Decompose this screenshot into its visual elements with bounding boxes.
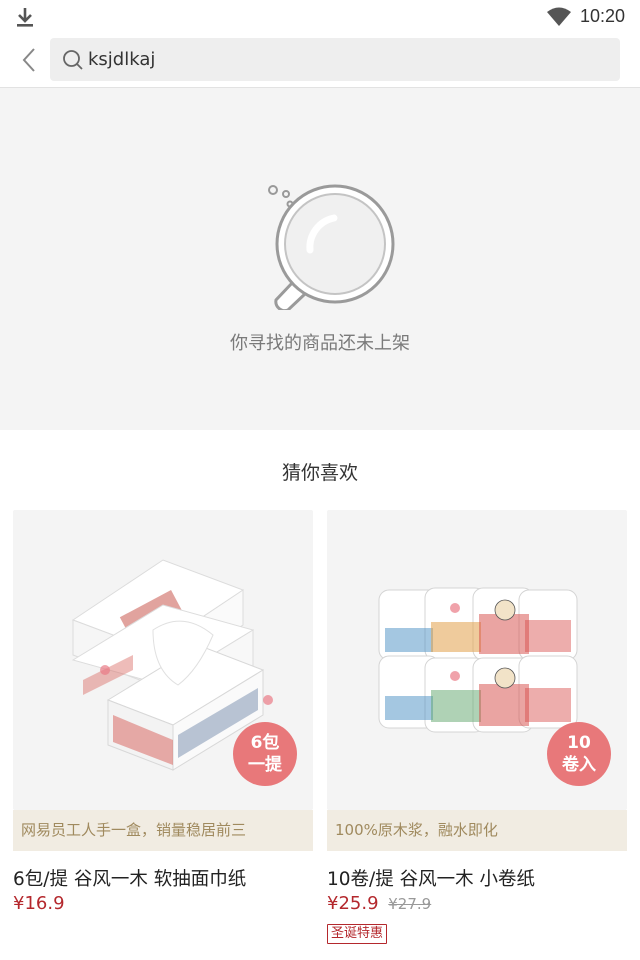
chevron-left-icon <box>22 48 35 72</box>
original-price: ¥27.9 <box>388 895 432 913</box>
product-name: 6包/提 谷风一木 软抽面巾纸 <box>13 869 247 890</box>
recommend-title: 猜你喜欢 <box>281 462 358 484</box>
product-price: ¥16.9 <box>13 893 65 914</box>
back-button[interactable] <box>14 44 44 76</box>
product-image: 10 卷入 <box>327 510 627 810</box>
pack-count-badge: 6包 一提 <box>233 722 297 786</box>
product-image: 6包 一提 <box>13 510 313 810</box>
magnifier-illustration <box>268 184 395 310</box>
empty-message: 你寻找的商品还未上架 <box>230 333 410 354</box>
price-row: ¥25.9 ¥27.9 <box>327 893 431 919</box>
product-card[interactable]: 6包 一提 网易员工人手一盒，销量稳居前三 6包/提 谷风一木 软抽面巾纸 ¥1… <box>13 510 313 950</box>
price-row: ¥16.9 <box>13 893 65 919</box>
search-input[interactable] <box>88 38 608 81</box>
badge-line-2: 一提 <box>248 755 282 775</box>
search-header <box>0 34 640 88</box>
product-price: ¥25.9 <box>327 893 379 914</box>
download-icon <box>17 8 33 27</box>
wifi-icon <box>547 7 571 26</box>
badge-line-1: 6包 <box>250 733 280 753</box>
badge-line-1: 10 <box>567 733 591 753</box>
status-bar: 10:20 <box>0 0 640 34</box>
status-time: 10:20 <box>580 6 626 26</box>
promo-text: 100%原木浆，融水即化 <box>327 810 627 851</box>
badge-line-2: 卷入 <box>562 755 596 775</box>
promo-tag: 圣诞特惠 <box>327 924 388 944</box>
promo-text: 网易员工人手一盒，销量稳居前三 <box>13 810 313 851</box>
product-name: 10卷/提 谷风一木 小卷纸 <box>327 869 536 890</box>
search-box[interactable] <box>50 38 620 81</box>
roll-count-badge: 10 卷入 <box>547 722 611 786</box>
product-card[interactable]: 10 卷入 100%原木浆，融水即化 10卷/提 谷风一木 小卷纸 ¥25.9 … <box>327 510 627 950</box>
search-icon <box>63 50 83 70</box>
empty-state: 你寻找的商品还未上架 <box>0 88 640 430</box>
